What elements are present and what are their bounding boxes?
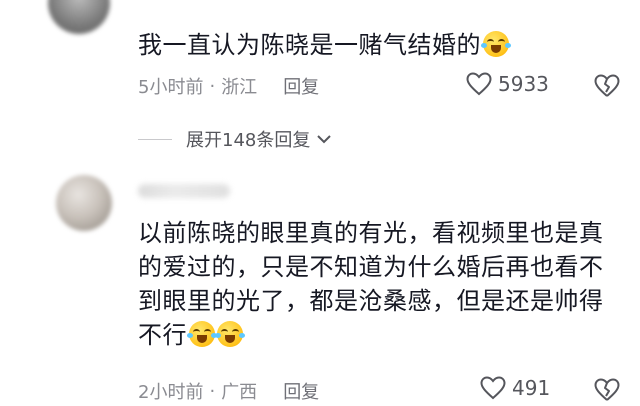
comment-meta: 5小时前 · 浙江 回复 <box>138 73 319 99</box>
meta-separator: · <box>209 380 216 402</box>
expand-replies-button[interactable]: 展开148条回复 <box>138 126 332 152</box>
comment-text-content: 我一直认为陈晓是一赌气结婚的 <box>138 31 481 59</box>
reply-button[interactable]: 回复 <box>283 73 319 99</box>
laughing-tears-emoji-icon <box>215 321 245 347</box>
heart-icon <box>480 376 506 400</box>
meta-separator: · <box>209 75 216 97</box>
comment-location: 浙江 <box>221 77 258 98</box>
comment-location: 广西 <box>221 382 258 403</box>
commenter-avatar[interactable] <box>48 0 110 34</box>
broken-heart-icon <box>594 378 620 401</box>
comment-time: 5小时前 <box>138 77 204 98</box>
expand-replies-label: 展开148条回复 <box>186 130 311 151</box>
chevron-down-icon <box>317 135 332 144</box>
like-button[interactable]: 491 <box>480 376 550 400</box>
divider <box>138 138 172 140</box>
broken-heart-icon <box>594 74 620 97</box>
dislike-button[interactable] <box>594 74 620 102</box>
like-count: 491 <box>512 376 551 400</box>
reply-button[interactable]: 回复 <box>283 378 319 404</box>
comment-meta: 2小时前 · 广西 回复 <box>138 378 319 404</box>
like-button[interactable]: 5933 <box>466 72 549 96</box>
comment-text: 我一直认为陈晓是一赌气结婚的 <box>138 28 616 62</box>
comment-time: 2小时前 <box>138 382 204 403</box>
crying-laughing-emoji-icon <box>481 31 511 57</box>
dislike-button[interactable] <box>594 378 620 406</box>
laughing-tears-emoji-icon <box>187 321 217 347</box>
comment-text: 以前陈晓的眼里真的有光，看视频里也是真的爱过的，只是不知道为什么婚后再也看不到眼… <box>138 216 616 352</box>
like-count: 5933 <box>498 72 549 96</box>
heart-icon <box>466 72 492 96</box>
blurred-username <box>138 184 230 198</box>
commenter-avatar[interactable] <box>56 175 112 231</box>
